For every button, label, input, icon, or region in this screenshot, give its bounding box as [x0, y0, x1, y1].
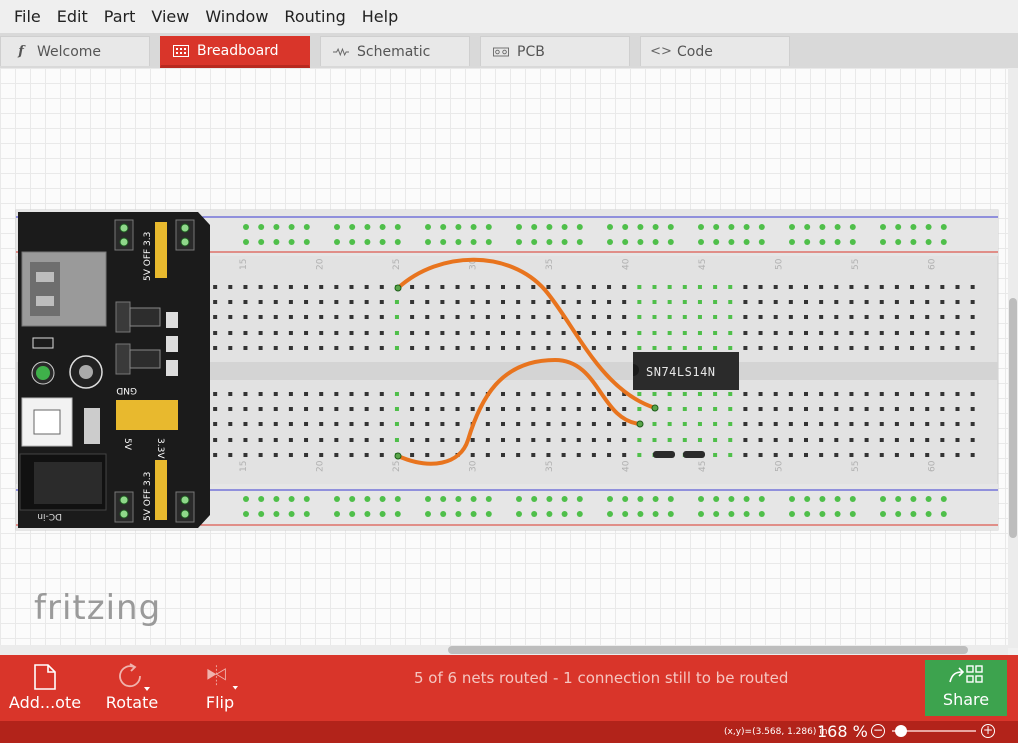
column-label: 45	[698, 461, 708, 472]
v5-label: 5V	[122, 438, 132, 451]
tab-label: Code	[677, 43, 713, 60]
column-label: 35	[545, 259, 555, 270]
rotate-icon	[104, 661, 160, 693]
breadboard-canvas[interactable]: 15 15 20 20 25 25 30 30 35 35 40 40 45 45 50 50 55 55 60 60…	[0, 68, 1008, 648]
code-icon: <>	[650, 44, 672, 59]
column-label: 20	[316, 258, 326, 270]
dc-in-label: DC-in	[37, 511, 62, 521]
tab-schematic[interactable]: Schematic	[320, 36, 470, 66]
tab-label: Welcome	[37, 43, 102, 60]
menu-help[interactable]: Help	[354, 0, 406, 33]
gnd-label: GND	[116, 385, 137, 395]
column-label: 25	[392, 259, 402, 270]
fritzing-logo: fritzing	[34, 588, 162, 628]
tab-label: Breadboard	[197, 43, 279, 59]
column-label: 20	[316, 460, 326, 472]
share-icon	[925, 660, 1007, 690]
add-note-label: Add...ote	[8, 693, 82, 712]
flip-label: Flip	[205, 693, 235, 712]
menu-edit[interactable]: Edit	[49, 0, 96, 33]
zoom-out-button[interactable]: −	[871, 724, 885, 738]
menu-routing[interactable]: Routing	[276, 0, 353, 33]
column-label: 25	[392, 461, 402, 472]
vertical-scroll-thumb[interactable]	[1009, 298, 1017, 538]
zoom-level: 168 %	[817, 722, 868, 741]
zoom-in-button[interactable]: +	[981, 724, 995, 738]
column-label: 55	[851, 259, 861, 270]
share-button[interactable]: Share	[925, 660, 1007, 716]
pcb-icon	[493, 45, 509, 59]
resistor-icon	[333, 45, 349, 59]
ic-chip-sn74ls14n: SN74LS14N	[633, 352, 739, 390]
horizontal-scrollbar[interactable]	[0, 645, 1008, 655]
rotate-label: Rotate	[105, 693, 159, 712]
tab-label: PCB	[517, 43, 545, 60]
v33-label: 3.3V	[155, 438, 165, 459]
routing-status-message: 5 of 6 nets routed - 1 connection still …	[414, 669, 789, 687]
menu-part[interactable]: Part	[96, 0, 144, 33]
vertical-scrollbar[interactable]	[1008, 68, 1018, 648]
column-label: 45	[698, 259, 708, 270]
rotate-button[interactable]: Rotate	[104, 661, 160, 712]
column-label: 35	[545, 461, 555, 472]
column-label: 15	[239, 461, 249, 472]
chip-label: SN74LS14N	[646, 365, 716, 379]
power-supply-module: DC-in 5V OFF 3.3 5V OFF 3.3 GND 5V 3.3V	[18, 212, 210, 528]
menu-window[interactable]: Window	[197, 0, 276, 33]
top-switch-label: 5V OFF 3.3	[143, 232, 153, 281]
zoom-slider-handle[interactable]	[895, 725, 907, 737]
tab-breadboard[interactable]: Breadboard	[160, 36, 310, 68]
menu-file[interactable]: File	[0, 0, 49, 33]
column-label: 50	[775, 460, 785, 472]
cursor-coordinates: (x,y)=(3.568, 1.286) in	[724, 727, 828, 737]
column-label: 60	[928, 460, 938, 472]
note-icon	[6, 661, 84, 693]
tab-bar: f Welcome Breadboard Schematic PCB <> Co…	[0, 33, 1018, 68]
column-label: 60	[928, 258, 938, 270]
fritzing-icon: f	[18, 44, 24, 59]
bottom-toolbar: Add...ote Rotate Flip 5 of 6 nets routed…	[0, 655, 1018, 721]
menu-view[interactable]: View	[143, 0, 197, 33]
menu-bar: File Edit Part View Window Routing Help	[0, 0, 1018, 33]
column-label: 50	[775, 258, 785, 270]
column-label: 40	[622, 460, 632, 472]
bottom-switch-label: 5V OFF 3.3	[143, 472, 153, 521]
add-note-button[interactable]: Add...ote	[6, 661, 84, 712]
breadboard-icon	[173, 44, 189, 58]
share-label: Share	[942, 690, 990, 709]
column-label: 55	[851, 461, 861, 472]
breadboard-scene: 1515202025253030353540404545505055556060…	[15, 209, 999, 531]
tab-code[interactable]: <> Code	[640, 36, 790, 66]
status-bar: (x,y)=(3.568, 1.286) in 168 % − +	[0, 721, 1018, 743]
column-label: 40	[622, 258, 632, 270]
tab-pcb[interactable]: PCB	[480, 36, 630, 66]
horizontal-scroll-thumb[interactable]	[448, 646, 968, 654]
column-label: 15	[239, 259, 249, 270]
tab-welcome[interactable]: f Welcome	[0, 36, 150, 66]
flip-button[interactable]: Flip	[202, 661, 238, 712]
tab-label: Schematic	[357, 43, 431, 60]
flip-icon	[202, 661, 238, 693]
column-label: 30	[469, 460, 479, 472]
